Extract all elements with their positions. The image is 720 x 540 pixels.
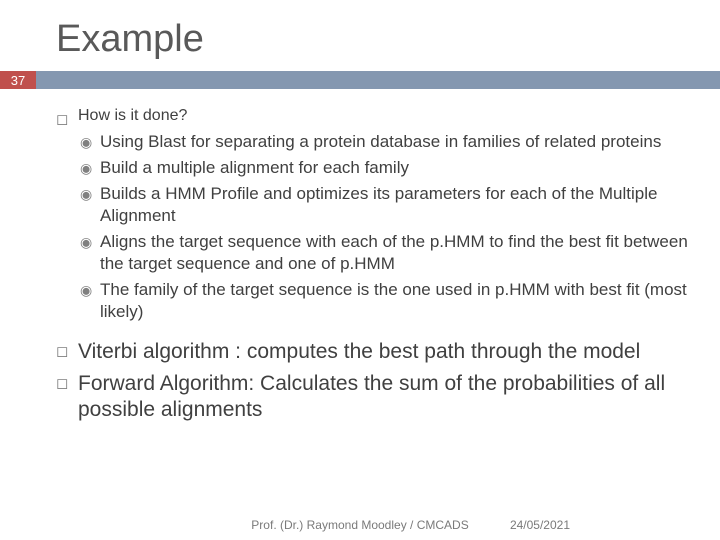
list-item-text: Builds a HMM Profile and optimizes its p… xyxy=(100,183,690,227)
list-item: ◻ Viterbi algorithm : computes the best … xyxy=(56,339,690,365)
slide: Example 37 ◻ How is it done? ◉ Using Bla… xyxy=(0,0,720,540)
slide-title: Example xyxy=(0,0,720,71)
list-item: ◉ Aligns the target sequence with each o… xyxy=(78,231,690,275)
accent-bar xyxy=(36,71,720,89)
list-item: ◻ How is it done? ◉ Using Blast for sepa… xyxy=(56,107,690,333)
target-bullet-icon: ◉ xyxy=(78,279,100,323)
list-item-text: How is it done? xyxy=(78,107,690,125)
accent-bar-row: 37 xyxy=(0,71,720,89)
list-item: ◻ Forward Algorithm: Calculates the sum … xyxy=(56,371,690,423)
target-bullet-icon: ◉ xyxy=(78,131,100,153)
list-item-text: Using Blast for separating a protein dat… xyxy=(100,131,661,153)
content-area: ◻ How is it done? ◉ Using Blast for sepa… xyxy=(0,89,720,423)
list-item: ◉ Builds a HMM Profile and optimizes its… xyxy=(78,183,690,227)
target-bullet-icon: ◉ xyxy=(78,157,100,179)
list-item: ◉ The family of the target sequence is t… xyxy=(78,279,690,323)
list-item-text: Aligns the target sequence with each of … xyxy=(100,231,690,275)
list-item: ◉ Using Blast for separating a protein d… xyxy=(78,131,690,153)
footer-date: 24/05/2021 xyxy=(510,518,570,532)
list-item-text: The family of the target sequence is the… xyxy=(100,279,690,323)
square-bullet-icon: ◻ xyxy=(56,371,78,423)
square-bullet-icon: ◻ xyxy=(56,107,78,333)
target-bullet-icon: ◉ xyxy=(78,183,100,227)
square-bullet-icon: ◻ xyxy=(56,339,78,365)
list-item: ◉ Build a multiple alignment for each fa… xyxy=(78,157,690,179)
target-bullet-icon: ◉ xyxy=(78,231,100,275)
footer-center-text: Prof. (Dr.) Raymond Moodley / CMCADS xyxy=(251,518,468,532)
bullet-list-level1: ◻ How is it done? ◉ Using Blast for sepa… xyxy=(56,107,690,423)
list-item-text: Viterbi algorithm : computes the best pa… xyxy=(78,339,640,365)
list-item-text: Build a multiple alignment for each fami… xyxy=(100,157,409,179)
list-item-text: Forward Algorithm: Calculates the sum of… xyxy=(78,371,690,423)
bullet-list-level2: ◉ Using Blast for separating a protein d… xyxy=(78,131,690,323)
page-number-box: 37 xyxy=(0,71,36,89)
